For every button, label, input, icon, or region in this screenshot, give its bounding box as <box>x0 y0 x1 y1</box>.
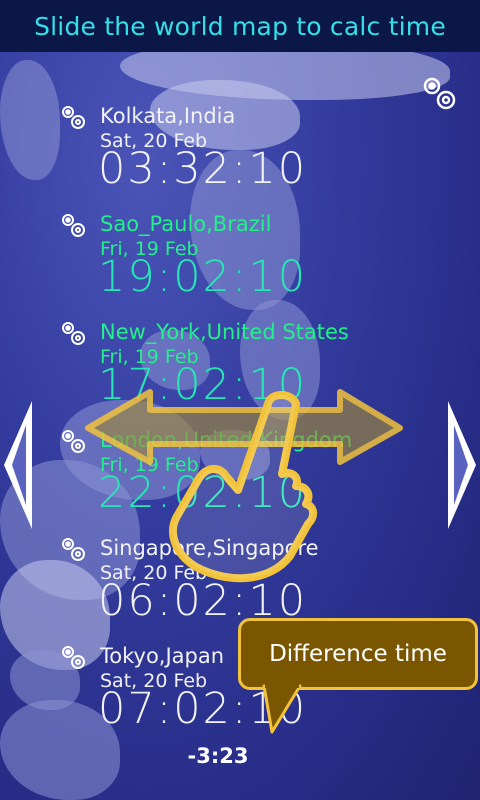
page-title: Slide the world map to calc time <box>34 11 446 41</box>
clock-location: Kolkata,India <box>100 104 236 128</box>
difference-time-bubble: Difference time <box>238 618 478 690</box>
clock-settings-gear-icon[interactable] <box>58 102 88 132</box>
clock-settings-gear-icon[interactable] <box>58 426 88 456</box>
clock-settings-gear-icon[interactable] <box>58 534 88 564</box>
bubble-tail <box>262 684 302 734</box>
clock-time: 22:02:10 <box>98 468 308 518</box>
clock-location: New_York,United States <box>100 320 349 344</box>
clock-time: 17:02:10 <box>98 360 308 410</box>
clock-location: Singapore,Singapore <box>100 536 319 560</box>
clock-location: London,United Kingdom <box>100 428 353 452</box>
title-bar: Slide the world map to calc time <box>0 0 480 52</box>
clock-location: Sao_Paulo,Brazil <box>100 212 272 236</box>
clock-settings-gear-icon[interactable] <box>58 210 88 240</box>
clock-time: 19:02:10 <box>98 252 308 302</box>
difference-time-value: -3:23 <box>187 744 249 768</box>
world-map-background[interactable]: Slide the world map to calc time Kolkata… <box>0 0 480 800</box>
clock-settings-gear-icon[interactable] <box>58 642 88 672</box>
difference-time-label: Difference time <box>269 641 447 667</box>
clock-time: 03:32:10 <box>98 144 308 194</box>
clock-settings-gear-icon[interactable] <box>58 318 88 348</box>
prev-arrow-icon[interactable] <box>0 395 36 535</box>
settings-gear-icon[interactable] <box>418 72 462 116</box>
clock-location: Tokyo,Japan <box>100 644 225 668</box>
next-arrow-icon[interactable] <box>444 395 480 535</box>
